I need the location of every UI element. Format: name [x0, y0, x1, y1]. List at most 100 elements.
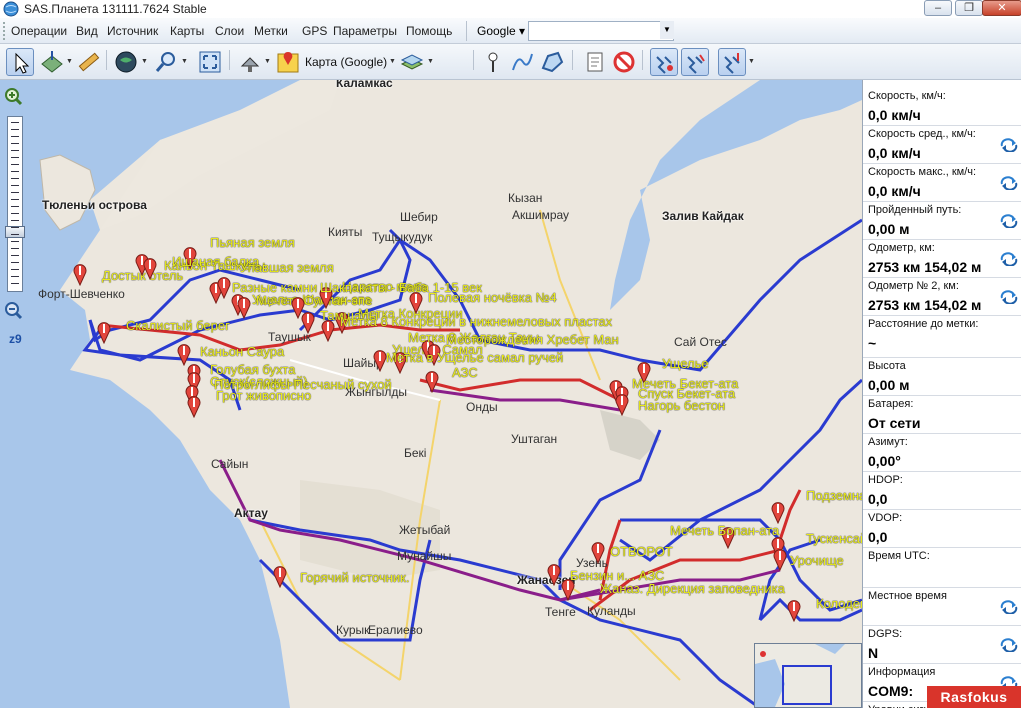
map-marker-label: Месторождения Хребет Ман — [446, 332, 619, 347]
reset-refresh-icon[interactable] — [1000, 252, 1018, 266]
reset-refresh-icon[interactable] — [1000, 214, 1018, 228]
toolbar-separator — [642, 50, 643, 70]
zoom-in-icon[interactable] — [3, 86, 23, 106]
place-label: Тущыкудук — [372, 230, 433, 244]
reset-refresh-icon[interactable] — [1000, 638, 1018, 652]
menu-view[interactable]: Вид — [76, 24, 98, 38]
search-combo: Google ▾ ▼ — [474, 21, 674, 41]
panel-item-label: DGPS: — [868, 628, 903, 640]
move-map-caret-icon[interactable]: ▼ — [66, 58, 73, 65]
zoom-tick — [11, 150, 19, 151]
gps-center-icon — [724, 53, 740, 74]
search-input[interactable] — [528, 21, 674, 41]
ruler-icon — [78, 52, 100, 72]
menu-marks[interactable]: Метки — [254, 24, 288, 38]
satellite-button[interactable] — [236, 48, 264, 76]
panel-item-label: Одометр, км: — [868, 242, 935, 254]
map-marker-label: ОТВОРОТ — [610, 544, 673, 559]
zoom-tick — [11, 227, 19, 228]
zoom-tick — [11, 122, 19, 123]
globe-button[interactable] — [112, 48, 140, 76]
minimap[interactable] — [754, 643, 862, 708]
minimize-button[interactable]: ‒ — [924, 0, 952, 16]
place-label: Тенге — [545, 605, 576, 619]
zoom-out-icon[interactable] — [3, 300, 23, 320]
panel-item-label: Батарея: — [868, 398, 914, 410]
add-point-button[interactable] — [479, 48, 507, 76]
search-source-select[interactable]: Google ▾ — [474, 21, 528, 41]
fullscreen-button[interactable] — [196, 48, 224, 76]
panel-item-value: 0,00 м — [868, 221, 910, 237]
menu-gps[interactable]: GPS — [302, 24, 327, 38]
reset-refresh-icon[interactable] — [1000, 176, 1018, 190]
map-view[interactable]: Каламкас Тюленьи острова Форт-Шевченко К… — [0, 80, 862, 708]
place-label: Онды — [466, 400, 498, 414]
satellite-caret-icon[interactable]: ▼ — [264, 58, 271, 65]
move-map-button[interactable] — [38, 48, 66, 76]
panel-item-label: Высота — [868, 360, 906, 372]
globe-caret-icon[interactable]: ▼ — [141, 58, 148, 65]
map-source-label[interactable]: Карта (Google) — [305, 55, 387, 69]
map-source-button[interactable] — [274, 48, 302, 76]
title-bar: SAS.Планета 131111.7624 Stable ‒ ❐ ✕ — [0, 0, 1021, 18]
add-polygon-button[interactable] — [538, 48, 566, 76]
menu-parameters[interactable]: Параметры — [333, 24, 397, 38]
panel-item-label: VDOP: — [868, 512, 903, 524]
map-marker-label: Метка в Ущелье самал ручей — [386, 350, 564, 365]
menu-separator — [466, 21, 467, 41]
zoom-tick — [11, 213, 19, 214]
map-marker-label: Пьяная земля — [210, 235, 295, 250]
zoom-tick — [11, 185, 19, 186]
panel-item: Азимут: 0,00° — [863, 434, 1021, 472]
layers-button[interactable] — [398, 48, 426, 76]
map-marker-label: Полевая ночёвка №4 — [428, 290, 557, 305]
panel-item-value: 2753 км 154,02 м — [868, 259, 982, 275]
panel-item-label: Скорость сред., км/ч: — [868, 128, 976, 140]
toolbar: ▼ ▼ ▼ ▼ Карта (Google) ▼ ▼ ▼ — [0, 44, 1021, 80]
layers-caret-icon[interactable]: ▼ — [427, 58, 434, 65]
reset-refresh-icon[interactable] — [1000, 290, 1018, 304]
panel-item: DGPS: N — [863, 626, 1021, 664]
panel-item-label: Местное время — [868, 590, 947, 602]
panel-item: Скорость макс., км/ч: 0,0 км/ч — [863, 164, 1021, 202]
panel-item-value: 0,0 км/ч — [868, 145, 921, 161]
menu-layers[interactable]: Слои — [215, 24, 244, 38]
zoom-tool-button[interactable] — [152, 48, 180, 76]
gps-center-button[interactable] — [718, 48, 746, 76]
menu-maps[interactable]: Карты — [170, 24, 204, 38]
place-label: Жетыбай — [399, 523, 451, 537]
zoom-tick — [11, 262, 19, 263]
hide-marks-button[interactable] — [610, 48, 638, 76]
marks-manager-button[interactable] — [580, 48, 608, 76]
reset-refresh-icon[interactable] — [1000, 600, 1018, 614]
zoom-tool-caret-icon[interactable]: ▼ — [181, 58, 188, 65]
gps-track-button[interactable] — [681, 48, 709, 76]
panel-item: Одометр № 2, км: 2753 км 154,02 м — [863, 278, 1021, 316]
panel-item-value: N — [868, 645, 879, 661]
ruler-button[interactable] — [75, 48, 103, 76]
panel-item-value: От сети — [868, 415, 921, 431]
gps-center-caret-icon[interactable]: ▼ — [748, 58, 755, 65]
zoom-tick — [11, 164, 19, 165]
menu-operations[interactable]: Операции — [11, 24, 67, 38]
panel-item-value: 0,00° — [868, 453, 901, 469]
place-label: Кызан — [508, 191, 543, 205]
panel-item-label: Время UTC: — [868, 550, 930, 562]
map-source-caret-icon[interactable]: ▼ — [389, 58, 396, 65]
place-label: Ералиево — [368, 623, 423, 637]
maximize-button[interactable]: ❐ — [955, 0, 983, 16]
menu-source[interactable]: Источник — [107, 24, 158, 38]
close-button[interactable]: ✕ — [982, 0, 1021, 16]
app-globe-icon — [3, 1, 19, 17]
add-path-button[interactable] — [508, 48, 536, 76]
pin-icon — [488, 52, 498, 72]
map-marker-label: Грот живописно — [216, 388, 312, 403]
menu-help[interactable]: Помощь — [406, 24, 452, 38]
forbidden-icon — [613, 51, 635, 73]
map-pin-icon — [187, 396, 201, 418]
search-dropdown-icon[interactable]: ▼ — [660, 21, 674, 39]
path-icon — [512, 53, 533, 71]
reset-refresh-icon[interactable] — [1000, 138, 1018, 152]
select-tool-button[interactable] — [6, 48, 34, 76]
gps-connect-button[interactable] — [650, 48, 678, 76]
